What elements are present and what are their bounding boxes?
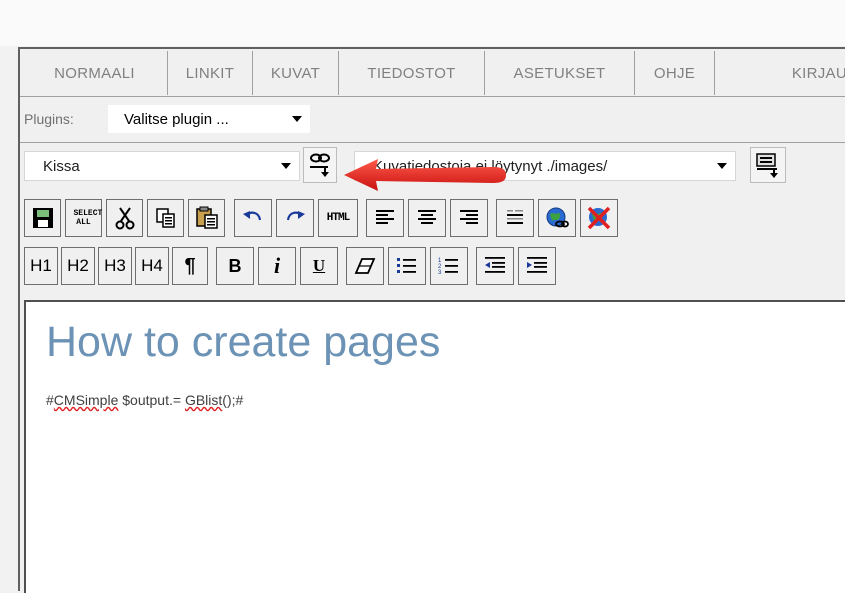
insert-link-button[interactable]	[303, 147, 337, 183]
redo-button[interactable]	[276, 199, 314, 237]
code-middle: $output.=	[118, 392, 185, 408]
heading-4-label: H4	[141, 256, 163, 275]
align-center-button[interactable]	[408, 199, 446, 237]
page-heading: How to create pages	[46, 318, 441, 366]
insert-link-icon	[310, 153, 330, 177]
align-right-icon	[460, 210, 478, 224]
svg-text:3: 3	[438, 270, 442, 276]
menu-item-ohje[interactable]: OHJE	[635, 51, 715, 95]
bullet-list-icon	[397, 258, 416, 273]
red-arrow-annotation	[344, 159, 506, 191]
code-word-cmsimple: CMSimple	[53, 392, 119, 408]
unlink-icon	[587, 206, 611, 230]
chevron-down-icon	[292, 116, 302, 122]
undo-icon	[243, 211, 262, 221]
menu-item-normaali[interactable]: NORMAALI	[22, 51, 168, 95]
outdent-button[interactable]	[476, 247, 514, 285]
heading-3-label: H3	[104, 256, 126, 275]
outdent-icon	[485, 257, 505, 273]
main-menu: NORMAALI LINKIT KUVAT TIEDOSTOT ASETUKSE…	[22, 51, 845, 95]
menu-item-kuvat[interactable]: KUVAT	[253, 51, 339, 95]
align-left-icon	[376, 210, 394, 224]
undo-button[interactable]	[234, 199, 272, 237]
italic-label: i	[273, 253, 281, 278]
save-icon	[32, 208, 53, 228]
bold-label: B	[228, 255, 242, 276]
paste-icon	[195, 206, 218, 229]
code-word-gblist: GBlist	[184, 392, 223, 408]
cut-button[interactable]	[106, 199, 143, 237]
justify-button[interactable]	[496, 199, 534, 237]
heading-4-button[interactable]: H4	[135, 247, 169, 285]
divider	[20, 142, 845, 143]
select-all-label: SELECT ALL	[73, 209, 103, 227]
html-label: HTML	[326, 212, 350, 224]
plugin-select[interactable]: Valitse plugin ...	[108, 105, 310, 133]
justify-icon	[507, 210, 523, 224]
insert-image-icon	[756, 153, 778, 178]
select-all-button[interactable]: SELECT ALL	[65, 199, 102, 237]
redo-icon	[286, 211, 305, 221]
eraser-icon	[354, 258, 376, 274]
heading-2-button[interactable]: H2	[61, 247, 95, 285]
numbered-list-icon: 1 2 3	[438, 258, 458, 276]
remove-format-button[interactable]	[346, 247, 384, 285]
align-center-icon	[418, 210, 436, 224]
chevron-down-icon	[717, 163, 727, 169]
plugins-row: Plugins: Valitse plugin ...	[20, 97, 845, 142]
heading-2-label: H2	[67, 256, 89, 275]
copy-icon	[155, 208, 175, 228]
cms-editor-panel: NORMAALI LINKIT KUVAT TIEDOSTOT ASETUKSE…	[18, 47, 845, 593]
link-select[interactable]: Kissa	[24, 151, 300, 181]
align-left-button[interactable]	[366, 199, 404, 237]
underline-button[interactable]: U	[300, 247, 338, 285]
scissors-icon	[115, 207, 134, 230]
heading-3-button[interactable]: H3	[98, 247, 132, 285]
copy-button[interactable]	[147, 199, 184, 237]
link-select-value: Kissa	[43, 157, 80, 175]
indent-button[interactable]	[518, 247, 556, 285]
save-button[interactable]	[24, 199, 61, 237]
paste-button[interactable]	[188, 199, 225, 237]
underline-label: U	[312, 256, 326, 275]
paragraph-label: ¶	[184, 254, 196, 277]
insert-link-globe-button[interactable]	[538, 199, 576, 237]
align-right-button[interactable]	[450, 199, 488, 237]
menu-item-linkit[interactable]: LINKIT	[168, 51, 253, 95]
chevron-down-icon	[281, 163, 291, 169]
code-prefix: #	[46, 392, 54, 408]
code-suffix: ();#	[222, 392, 244, 408]
cmsimple-script-line: #CMSimple $output.= GBlist();#	[46, 392, 243, 408]
globe-link-icon	[546, 207, 569, 228]
paragraph-button[interactable]: ¶	[172, 247, 208, 285]
heading-1-label: H1	[30, 256, 52, 275]
top-margin	[0, 0, 845, 46]
menu-item-asetukset[interactable]: ASETUKSET	[485, 51, 635, 95]
html-source-button[interactable]: HTML	[318, 199, 358, 237]
bold-button[interactable]: B	[216, 247, 254, 285]
plugin-select-value: Valitse plugin ...	[124, 110, 229, 128]
plugins-label: Plugins:	[24, 111, 74, 127]
editor-content-area[interactable]: How to create pages #CMSimple $output.= …	[24, 300, 845, 593]
bullet-list-button[interactable]	[388, 247, 426, 285]
remove-link-button[interactable]	[580, 199, 618, 237]
menu-item-tiedostot[interactable]: TIEDOSTOT	[339, 51, 485, 95]
insert-image-button[interactable]	[750, 147, 786, 183]
indent-icon	[527, 257, 547, 273]
heading-1-button[interactable]: H1	[24, 247, 58, 285]
italic-button[interactable]: i	[258, 247, 296, 285]
numbered-list-button[interactable]: 1 2 3	[430, 247, 468, 285]
menu-item-kirjaudu[interactable]: KIRJAU	[715, 51, 845, 95]
